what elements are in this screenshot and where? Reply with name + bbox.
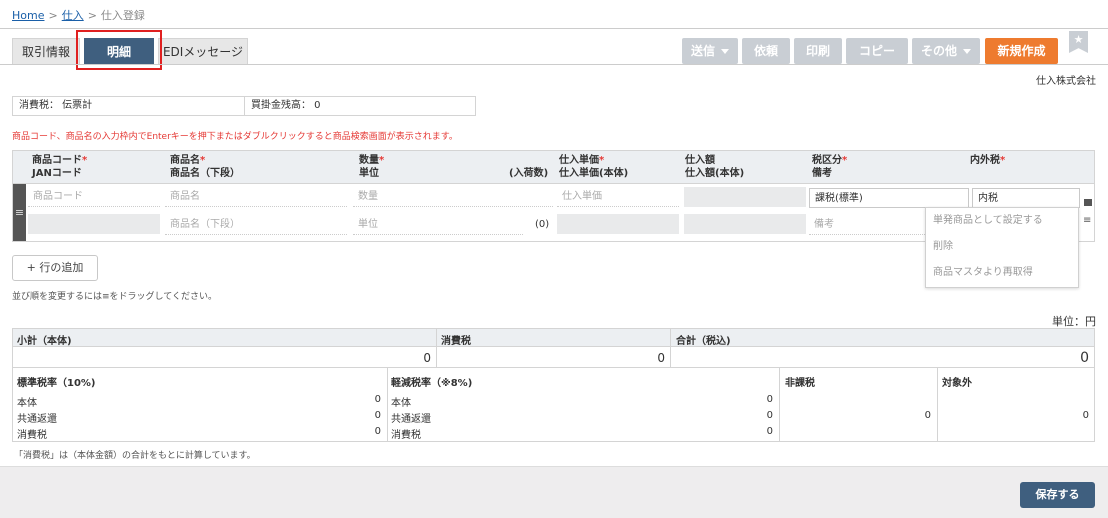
tax-label: 消費税 — [441, 336, 471, 347]
nontax-value: 0 — [924, 410, 931, 421]
row-menu-icon[interactable] — [1084, 199, 1092, 206]
standard-return-value: 0 — [374, 410, 381, 421]
nontax-label: 非課税 — [785, 378, 815, 389]
standard-tax-value: 0 — [374, 426, 381, 437]
drag-note: 並び順を変更するには≡をドラッグしてください。 — [12, 292, 218, 302]
price-net-field — [557, 214, 679, 234]
standard-body-value: 0 — [374, 394, 381, 405]
menu-item-delete[interactable]: 削除 — [926, 234, 1078, 260]
breadcrumb: Home > 仕入 > 仕入登録 — [12, 7, 145, 23]
send-button[interactable]: 送信 — [682, 38, 738, 64]
new-button[interactable]: 新規作成 — [985, 38, 1058, 64]
totals-breakdown: 標準税率（10%) 軽減税率（※8%) 非課税 対象外 本体 0 共通返還 0 … — [12, 368, 1095, 442]
reduced-rate-label: 軽減税率（※8%) — [391, 378, 473, 389]
request-button[interactable]: 依頼 — [742, 38, 790, 64]
tab-edi-message[interactable]: EDIメッセージ — [158, 38, 248, 64]
company-name: 仕入株式会社 — [1036, 76, 1096, 87]
header-amount: 仕入額 仕入額(本体) — [685, 155, 745, 179]
copy-button[interactable]: コピー — [846, 38, 908, 64]
divider — [0, 64, 1108, 65]
reduced-tax-value: 0 — [766, 426, 773, 437]
unit-input[interactable]: 単位 — [353, 215, 523, 235]
memo-input[interactable]: 備考 — [809, 215, 927, 235]
amount-field — [684, 187, 806, 207]
excluded-label: 対象外 — [942, 378, 972, 389]
header-qty: 数量* 単位 — [359, 155, 385, 179]
header-code: 商品コード* JANコード — [32, 155, 88, 179]
breadcrumb-separator: > — [48, 9, 58, 22]
header-name: 商品名* 商品名（下段） — [170, 155, 240, 179]
chevron-down-icon — [721, 49, 729, 54]
jan-field — [28, 214, 160, 234]
tax-footnote: 「消費税」は（本体金額）の合計をもとに計算しています。 — [14, 451, 256, 461]
tax-incl-select[interactable]: 内税 — [972, 188, 1080, 208]
totals-top: 小計（本体) 消費税 合計（税込) 0 0 0 — [12, 328, 1095, 368]
breadcrumb-home-link[interactable]: Home — [12, 9, 44, 22]
subtotal-value: 0 — [423, 351, 431, 365]
reduced-return-value: 0 — [766, 410, 773, 421]
standard-return-label: 共通返還 — [17, 414, 57, 425]
menu-item-set-single[interactable]: 単発商品として設定する — [926, 208, 1078, 234]
divider — [0, 28, 1108, 29]
name2-input[interactable]: 商品名（下段） — [165, 215, 347, 235]
bookmark-button[interactable]: ★ — [1069, 31, 1088, 53]
reduced-tax-label: 消費税 — [391, 430, 421, 441]
summary-box: 消費税： 伝票計 買掛金残高： 0 — [12, 96, 476, 116]
standard-tax-label: 消費税 — [17, 430, 47, 441]
other-button[interactable]: その他 — [912, 38, 980, 64]
standard-body-label: 本体 — [17, 398, 37, 409]
tab-transaction-info[interactable]: 取引情報 — [12, 38, 80, 64]
reduced-return-label: 共通返還 — [391, 414, 431, 425]
price-input[interactable]: 仕入単価 — [557, 187, 679, 207]
bottom-bar — [0, 466, 1108, 518]
breadcrumb-current: 仕入登録 — [100, 9, 145, 22]
row-handle-icon[interactable]: ≡ — [1083, 215, 1091, 226]
table-header: 商品コード* JANコード 商品名* 商品名（下段） 数量* 単位 (入荷数) 仕入単… — [13, 151, 1094, 184]
breadcrumb-purchase-link[interactable]: 仕入 — [62, 9, 84, 22]
add-row-button[interactable]: + 行の追加 — [12, 255, 98, 281]
reduced-body-label: 本体 — [391, 398, 411, 409]
tax-value: 0 — [657, 351, 665, 365]
menu-item-refetch[interactable]: 商品マスタより再取得 — [926, 260, 1078, 286]
tax-class-select[interactable]: 課税(標準) — [809, 188, 969, 208]
print-button[interactable]: 印刷 — [794, 38, 842, 64]
input-notice: 商品コード、商品名の入力枠内でEnterキーを押下またはダブルクリックすると商品… — [12, 132, 458, 142]
drag-handle-icon[interactable]: ≡ — [13, 184, 26, 241]
star-icon: ★ — [1073, 33, 1084, 46]
chevron-down-icon — [963, 49, 971, 54]
per-case-value: (0) — [535, 219, 550, 230]
amount-net-field — [684, 214, 806, 234]
row-context-menu: 単発商品として設定する 削除 商品マスタより再取得 — [925, 207, 1079, 288]
subtotal-label: 小計（本体) — [17, 336, 72, 347]
total-value: 0 — [1080, 350, 1089, 366]
name-input[interactable]: 商品名 — [165, 187, 347, 207]
header-tax-class: 税区分* 備考 — [812, 155, 848, 179]
code-input[interactable]: 商品コード — [28, 187, 160, 207]
unit-label: 単位：円 — [1052, 315, 1096, 328]
standard-rate-label: 標準税率（10%) — [17, 378, 96, 389]
excluded-value: 0 — [1082, 410, 1089, 421]
breadcrumb-separator: > — [87, 9, 97, 22]
header-price: 仕入単価* 仕入単価(本体) — [559, 155, 629, 179]
header-per-case: (入荷数) — [509, 168, 549, 179]
balance-summary: 買掛金残高： 0 — [251, 100, 321, 111]
reduced-body-value: 0 — [766, 394, 773, 405]
tax-summary: 消費税： 伝票計 — [13, 97, 245, 115]
total-label: 合計（税込) — [676, 336, 731, 347]
qty-input[interactable]: 数量 — [353, 187, 553, 207]
save-button[interactable]: 保存する — [1020, 482, 1095, 508]
header-tax-incl: 内外税* — [970, 155, 1006, 166]
